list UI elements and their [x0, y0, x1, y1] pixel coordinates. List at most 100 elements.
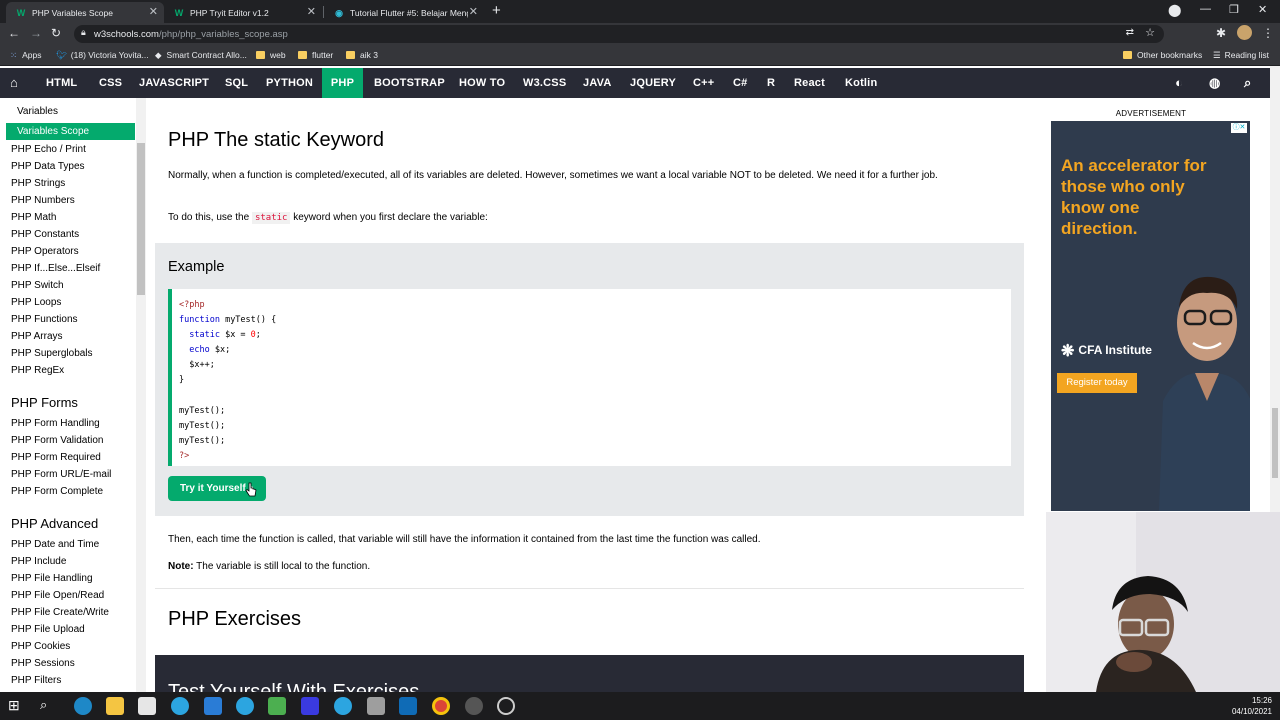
sidebar-item-form-url-email[interactable]: PHP Form URL/E-mail: [11, 469, 111, 480]
browser-tab-php-tryit-editor[interactable]: W PHP Tryit Editor v1.2 ✕: [164, 2, 322, 23]
home-icon[interactable]: ⌂: [10, 75, 18, 90]
sidebar-item-switch[interactable]: PHP Switch: [11, 280, 64, 291]
telegram-icon-3[interactable]: [334, 697, 352, 715]
sidebar-item-file-handling[interactable]: PHP File Handling: [11, 573, 93, 584]
nav-r[interactable]: R: [758, 68, 784, 98]
sidebar-item-echo-print[interactable]: PHP Echo / Print: [11, 144, 86, 155]
sidebar-item-functions[interactable]: PHP Functions: [11, 314, 78, 325]
app-icon-2[interactable]: [301, 697, 319, 715]
nav-css[interactable]: CSS: [90, 68, 131, 98]
sidebar-item-variables-scope[interactable]: Variables Scope: [6, 123, 135, 140]
nav-how-to[interactable]: HOW TO: [450, 68, 514, 98]
close-window-icon[interactable]: ✕: [1258, 3, 1267, 16]
vscode-icon[interactable]: [399, 697, 417, 715]
back-arrow-icon[interactable]: ←: [8, 26, 20, 40]
sidebar-item-filters[interactable]: PHP Filters: [11, 675, 61, 686]
nav-python[interactable]: PYTHON: [257, 68, 322, 98]
nav-java[interactable]: JAVA: [574, 68, 621, 98]
nav-sql[interactable]: SQL: [216, 68, 257, 98]
globe-translate-icon[interactable]: ◍: [1209, 75, 1220, 91]
bookmark-twitter[interactable]: 🐦︎ (18) Victoria Yovita...: [56, 50, 149, 61]
edge-browser-icon[interactable]: [74, 697, 92, 715]
nav-javascript[interactable]: JAVASCRIPT: [130, 68, 218, 98]
app-icon[interactable]: [268, 697, 286, 715]
close-tab-icon[interactable]: ✕: [149, 5, 158, 18]
dark-mode-toggle-icon[interactable]: ◐: [1175, 75, 1183, 90]
obs-icon[interactable]: [465, 697, 483, 715]
ad-register-button[interactable]: Register today: [1057, 373, 1137, 393]
windows-start-icon[interactable]: ⊞: [8, 697, 26, 715]
bookmark-other-bookmarks[interactable]: Other bookmarks: [1123, 50, 1202, 60]
extensions-puzzle-icon[interactable]: ✱: [1216, 26, 1226, 40]
sidebar-item-strings[interactable]: PHP Strings: [11, 178, 65, 189]
sidebar-item-constants[interactable]: PHP Constants: [11, 229, 79, 240]
restore-window-icon[interactable]: ❐: [1229, 3, 1239, 16]
store-icon[interactable]: [138, 697, 156, 715]
sidebar-item-math[interactable]: PHP Math: [11, 212, 56, 223]
nav-kotlin[interactable]: Kotlin: [836, 68, 886, 98]
system-clock[interactable]: 15:26 04/10/2021: [1232, 695, 1272, 717]
sidebar-item-sessions[interactable]: PHP Sessions: [11, 658, 75, 669]
sidebar-item-form-handling[interactable]: PHP Form Handling: [11, 418, 100, 429]
browser-tab-php-variables-scope[interactable]: W PHP Variables Scope ✕: [6, 2, 164, 23]
sidebar-item-form-complete[interactable]: PHP Form Complete: [11, 486, 103, 497]
sidebar-item-superglobals[interactable]: PHP Superglobals: [11, 348, 93, 359]
reload-icon[interactable]: ↻: [51, 26, 61, 40]
address-bar[interactable]: 🔒︎ w3schools.com/php/php_variables_scope…: [74, 25, 1164, 43]
sidebar-item-loops[interactable]: PHP Loops: [11, 297, 61, 308]
sidebar-item-data-types[interactable]: PHP Data Types: [11, 161, 85, 172]
minimize-window-icon[interactable]: —: [1200, 3, 1211, 15]
profile-avatar[interactable]: [1237, 25, 1252, 40]
bookmark-folder-aik3[interactable]: aik 3: [346, 50, 378, 60]
bookmark-folder-flutter[interactable]: flutter: [298, 50, 333, 60]
search-icon[interactable]: ⌕: [1244, 75, 1251, 91]
sidebar-item-file-create-write[interactable]: PHP File Create/Write: [11, 607, 109, 618]
close-tab-icon[interactable]: ✕: [307, 5, 316, 18]
sidebar-item-arrays[interactable]: PHP Arrays: [11, 331, 63, 342]
search-icon[interactable]: ⌕: [40, 697, 58, 715]
sidebar-item-include[interactable]: PHP Include: [11, 556, 66, 567]
nav-cpp[interactable]: C++: [684, 68, 723, 98]
telegram-icon-2[interactable]: [236, 697, 254, 715]
advertisement-banner[interactable]: ⓘ✕ An accelerator for those who only kno…: [1051, 121, 1250, 511]
nav-php[interactable]: PHP: [322, 68, 363, 98]
sidebar-scrollbar-thumb[interactable]: [137, 143, 145, 295]
nav-react[interactable]: React: [785, 68, 834, 98]
app-icon-4[interactable]: [497, 697, 515, 715]
bookmark-folder-web[interactable]: web: [256, 50, 286, 60]
browser-tab-tutorial-flutter[interactable]: ◉ Tutorial Flutter #5: Belajar Meng... ✕: [324, 2, 484, 23]
file-explorer-icon[interactable]: [106, 697, 124, 715]
sidebar-item-operators[interactable]: PHP Operators: [11, 246, 79, 257]
tab-search-icon[interactable]: ⬤: [1168, 3, 1181, 17]
telegram-icon[interactable]: [171, 697, 189, 715]
chrome-icon[interactable]: [432, 697, 450, 715]
sidebar-item-variables[interactable]: Variables: [17, 106, 58, 117]
nav-jquery[interactable]: JQUERY: [621, 68, 685, 98]
bookmark-apps[interactable]: ⁙ Apps: [10, 50, 42, 61]
reading-list-button[interactable]: ☰ Reading list: [1213, 50, 1269, 61]
menu-kebab-icon[interactable]: ⋮: [1262, 26, 1274, 40]
nav-bootstrap[interactable]: BOOTSTRAP: [365, 68, 454, 98]
sidebar-item-numbers[interactable]: PHP Numbers: [11, 195, 75, 206]
sidebar-item-file-upload[interactable]: PHP File Upload: [11, 624, 85, 635]
sidebar-item-regex[interactable]: PHP RegEx: [11, 365, 64, 376]
nav-w3css[interactable]: W3.CSS: [514, 68, 575, 98]
close-tab-icon[interactable]: ✕: [469, 5, 478, 18]
bookmark-smart-contract[interactable]: ◆ Smart Contract Allo...: [155, 50, 247, 61]
sidebar-item-if-else[interactable]: PHP If...Else...Elseif: [11, 263, 100, 274]
sidebar-item-cookies[interactable]: PHP Cookies: [11, 641, 70, 652]
ad-choices-icon[interactable]: ⓘ✕: [1231, 123, 1247, 133]
bookmark-star-icon[interactable]: ☆: [1145, 26, 1155, 39]
sidebar-item-form-required[interactable]: PHP Form Required: [11, 452, 101, 463]
new-tab-button[interactable]: +: [492, 2, 501, 19]
sidebar-item-date-time[interactable]: PHP Date and Time: [11, 539, 99, 550]
nav-csharp[interactable]: C#: [724, 68, 756, 98]
forward-arrow-icon[interactable]: →: [30, 26, 42, 40]
translate-icon[interactable]: ⇄: [1126, 27, 1134, 38]
sidebar-item-file-open-read[interactable]: PHP File Open/Read: [11, 590, 104, 601]
nav-html[interactable]: HTML: [37, 68, 86, 98]
sidebar-item-form-validation[interactable]: PHP Form Validation: [11, 435, 103, 446]
app-icon-3[interactable]: [367, 697, 385, 715]
mail-icon[interactable]: [204, 697, 222, 715]
page-scrollbar-thumb[interactable]: [1272, 408, 1278, 478]
